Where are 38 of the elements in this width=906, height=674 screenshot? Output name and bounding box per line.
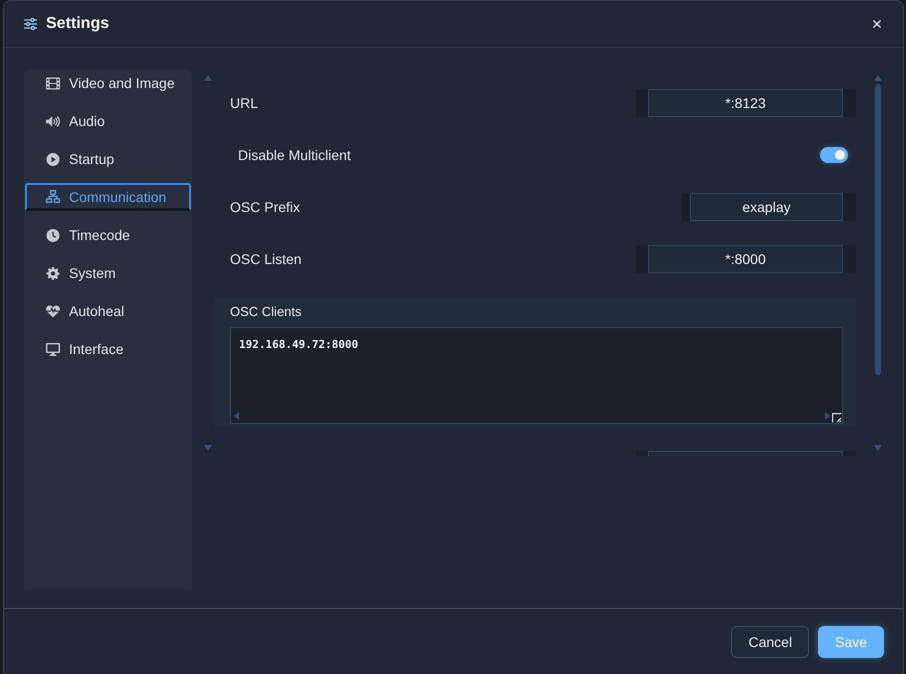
gear-icon [46,266,60,280]
sidebar-item[interactable]: Autoheal [25,297,191,325]
film-icon [46,76,60,90]
sidebar-item[interactable]: Video and Image [25,69,191,97]
scroll-left-icon[interactable] [234,412,239,420]
speaker-icon [46,114,60,128]
text-field[interactable]: *:8000 [648,245,843,273]
close-icon [873,20,881,28]
text-field[interactable]: *:8123 [648,89,843,117]
cancel-button[interactable]: Cancel [731,626,810,658]
setting-label: Disable Multiclient [237,147,351,163]
setting-label: OSC Prefix [229,199,300,215]
sidebar-item[interactable]: Timecode [25,221,191,249]
resize-grip-icon[interactable] [832,413,842,423]
scroll-down-icon[interactable] [204,445,212,451]
sidebar-item[interactable]: Startup [25,145,191,173]
toggle-switch[interactable] [820,147,848,163]
scrollbar-thumb[interactable] [875,84,881,375]
scroll-down-icon[interactable] [874,445,882,451]
heart-pulse-icon [46,304,60,318]
scroll-up-icon[interactable] [874,75,882,81]
section-label: OSC Clients [230,303,303,321]
sidebar-item[interactable]: Interface [25,335,191,363]
sliders-icon [24,18,37,30]
sidebar-item[interactable]: Communication [25,183,191,211]
scroll-right-icon[interactable] [825,412,830,420]
monitor-icon [46,342,60,356]
network-icon [46,190,60,203]
sidebar-item[interactable]: System [25,259,191,287]
text-area[interactable]: 192.168.49.72:8000 [230,327,843,424]
clock-icon [46,228,60,242]
dialog-title: Settings [46,15,110,33]
play-icon [46,152,60,166]
setting-label: OSC Listen [229,251,302,267]
sidebar-item[interactable]: Audio [25,107,191,135]
text-field[interactable]: exaplay [690,193,843,221]
setting-label: URL [229,95,258,111]
scroll-up-icon[interactable] [204,75,212,81]
